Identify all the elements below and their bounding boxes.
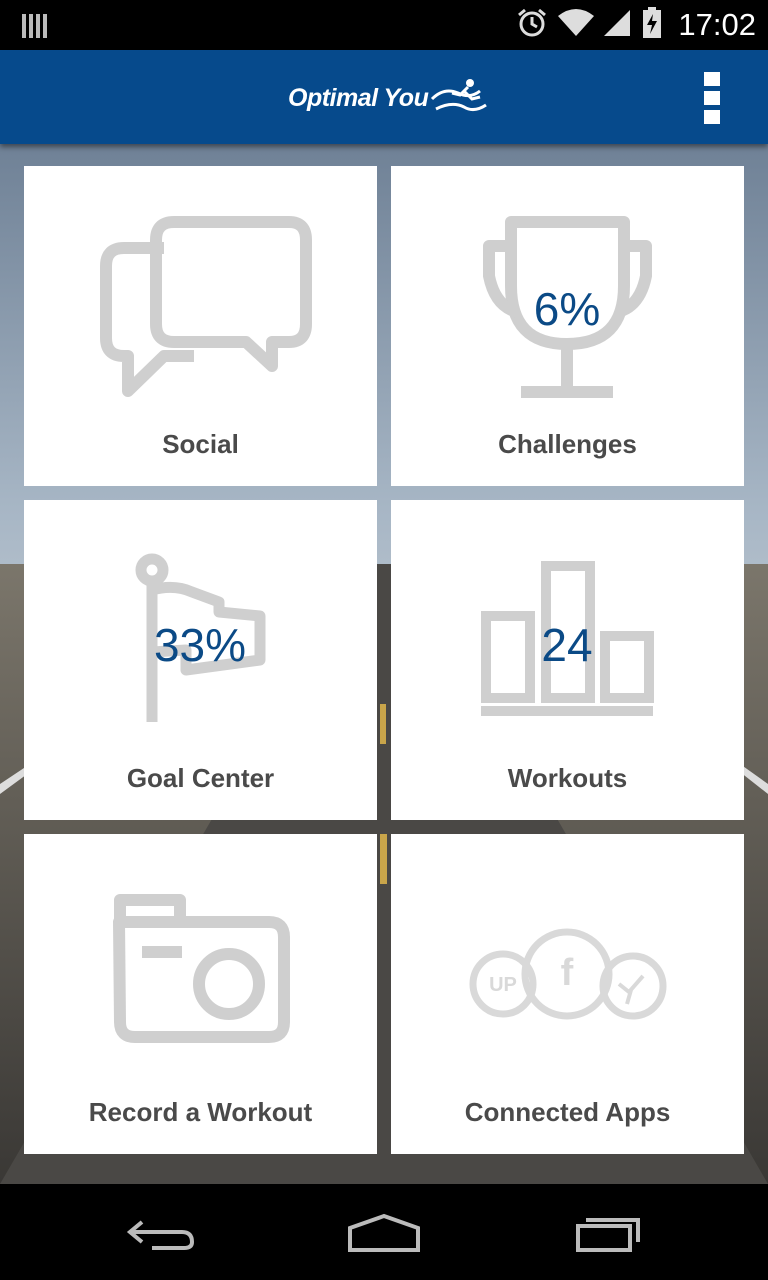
- tile-challenges[interactable]: 6% Challenges: [391, 166, 744, 486]
- tile-label: Record a Workout: [88, 1097, 313, 1127]
- cell-signal-icon: [604, 8, 632, 43]
- tile-workouts[interactable]: 24 Workouts: [391, 500, 744, 820]
- camera-icon: [113, 894, 290, 1043]
- system-nav-bar: [0, 1184, 768, 1280]
- menu-dot: [704, 72, 720, 86]
- tile-label: Goal Center: [126, 763, 275, 793]
- tile-label: Challenges: [498, 429, 637, 459]
- recent-apps-icon: [576, 1218, 640, 1252]
- chat-bubbles-icon: [100, 216, 312, 397]
- tile-social[interactable]: Social: [24, 166, 377, 486]
- signal-bars-icon: [22, 12, 48, 45]
- menu-dot: [704, 110, 720, 124]
- challenges-progress-value: 6%: [533, 283, 601, 335]
- battery-charging-icon: [642, 6, 662, 44]
- status-bar: 17:02: [0, 0, 768, 50]
- app-bar: Optimal You: [0, 50, 768, 144]
- tile-label: Workouts: [507, 763, 628, 793]
- runner-logo-icon: [428, 73, 488, 124]
- menu-dot: [704, 91, 720, 105]
- tile-goal-center[interactable]: 33% Goal Center: [24, 500, 377, 820]
- logo-text: Optimal You: [288, 83, 429, 112]
- alarm-icon: [516, 7, 548, 44]
- wifi-icon: [558, 8, 595, 43]
- tile-label: Connected Apps: [464, 1097, 671, 1127]
- workouts-count-value: 24: [541, 619, 593, 671]
- facebook-app-badge: f: [560, 952, 574, 994]
- tile-label: Social: [162, 429, 239, 459]
- back-button[interactable]: [112, 1208, 208, 1256]
- status-icons: 17:02: [516, 6, 756, 44]
- tile-record-workout[interactable]: Record a Workout: [24, 834, 377, 1154]
- back-icon: [126, 1220, 195, 1250]
- app-logo: Optimal You: [288, 72, 488, 124]
- recent-apps-button[interactable]: [560, 1208, 656, 1256]
- home-button[interactable]: [336, 1208, 432, 1256]
- home-icon: [348, 1213, 420, 1252]
- status-clock: 17:02: [678, 7, 756, 42]
- tile-connected-apps[interactable]: UP f Connected Apps: [391, 834, 744, 1154]
- overflow-menu-button[interactable]: [690, 72, 734, 124]
- up-app-badge: UP: [489, 974, 517, 996]
- goal-progress-value: 33%: [153, 619, 247, 671]
